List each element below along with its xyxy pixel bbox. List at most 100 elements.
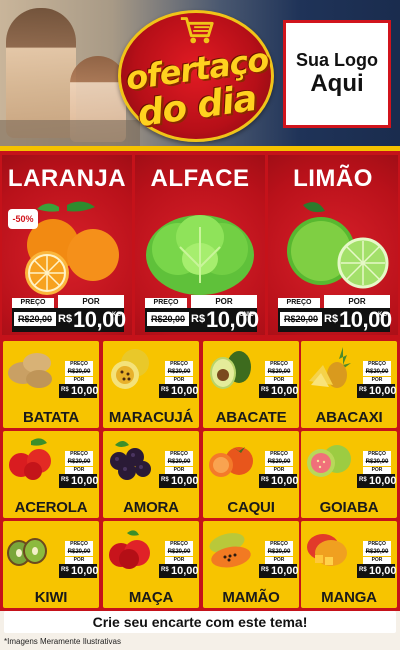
old-price: R$20,00 — [363, 548, 391, 556]
preco-label: PREÇO — [65, 451, 93, 458]
old-price: R$20,00 — [65, 548, 93, 556]
preco-label: PREÇO — [65, 361, 93, 368]
product-name: MANGA — [321, 589, 377, 606]
old-price: R$20,00 — [65, 368, 93, 376]
old-price: R$20,00 — [265, 458, 293, 466]
product-name: AMORA — [123, 499, 179, 516]
featured-card-alface[interactable]: ALFACE PREÇO POR R$20,00 R$ 10,00 UNID — [135, 155, 265, 335]
old-price: R$20,00 — [147, 312, 189, 326]
product-card-batata[interactable]: PREÇO R$20,00 POR R$ 10,00 BATATA — [3, 341, 99, 428]
product-card-mamao[interactable]: PREÇO R$20,00 POR R$ 10,00 MAMÃO — [203, 521, 299, 608]
current-price: 10,00 — [271, 475, 299, 487]
guava-icon — [307, 445, 351, 477]
product-name: ALFACE — [150, 165, 250, 192]
price-tag: PREÇO R$20,00 POR R$ 10,00 — [259, 541, 299, 578]
por-label: POR — [165, 467, 193, 474]
price-tag: PREÇO R$20,00 POR R$ 10,00 — [357, 451, 397, 488]
product-card-acerola[interactable]: PREÇO R$20,00 POR R$ 10,00 ACEROLA — [3, 431, 99, 518]
por-label: POR — [265, 557, 293, 564]
product-card-maracuja[interactable]: PREÇO R$20,00 POR R$ 10,00 MARACUJÁ — [103, 341, 199, 428]
current-price: 10,00 — [71, 385, 99, 397]
disclaimer-text: *Imagens Meramente Ilustrativas — [4, 637, 121, 646]
old-price: R$20,00 — [165, 368, 193, 376]
price-tag: PREÇO R$20,00 POR R$ 10,00 — [357, 541, 397, 578]
currency: R$ — [61, 567, 69, 573]
current-price: 10,00 — [206, 307, 259, 332]
pineapple-icon — [309, 347, 351, 388]
old-price: R$20,00 — [265, 548, 293, 556]
currency: R$ — [191, 313, 206, 325]
preco-label: PREÇO — [145, 298, 187, 308]
preco-label: PREÇO — [363, 361, 391, 368]
currency: R$ — [61, 477, 69, 483]
featured-card-laranja[interactable]: LARANJA -50% PREÇO POR R$20,00 R$ 10,00 … — [2, 155, 132, 335]
avocado-icon — [210, 351, 251, 389]
price-tag: PREÇO R$20,00 POR R$ 10,00 — [59, 361, 99, 398]
product-name: ABACAXI — [315, 409, 383, 426]
persimmon-icon — [209, 447, 253, 477]
price-tag: PREÇO R$20,00 POR R$ 10,00 — [59, 541, 99, 578]
por-label: POR — [265, 377, 293, 384]
logo-text-line1: Sua Logo — [296, 49, 378, 70]
price-tag: PREÇO R$20,00 POR R$ 10,00 — [357, 361, 397, 398]
shopper-photo — [6, 8, 76, 138]
price-tag: PREÇO POR R$20,00 R$ 10,00 KG — [278, 295, 392, 332]
price-tag: PREÇO POR R$20,00 R$ 10,00 UNID — [145, 295, 259, 332]
currency: R$ — [261, 387, 269, 393]
old-price: R$20,00 — [265, 368, 293, 376]
cta-button[interactable]: Crie seu encarte com este tema! — [4, 611, 396, 633]
price-tag: PREÇO R$20,00 POR R$ 10,00 — [59, 451, 99, 488]
product-card-amora[interactable]: PREÇO R$20,00 POR R$ 10,00 AMORA — [103, 431, 199, 518]
product-card-manga[interactable]: PREÇO R$20,00 POR R$ 10,00 MANGA — [301, 521, 397, 608]
preco-label: PREÇO — [165, 541, 193, 548]
por-label: POR — [363, 467, 391, 474]
product-card-abacate[interactable]: PREÇO R$20,00 POR R$ 10,00 ABACATE — [203, 341, 299, 428]
current-price: 10,00 — [73, 307, 126, 332]
por-label: POR — [65, 557, 93, 564]
mango-icon — [307, 534, 347, 566]
logo-placeholder[interactable]: Sua Logo Aqui — [283, 20, 391, 128]
acerola-icon — [9, 438, 51, 480]
passionfruit-icon — [111, 349, 149, 389]
por-label: POR — [363, 557, 391, 564]
old-price: R$20,00 — [14, 312, 56, 326]
product-card-caqui[interactable]: PREÇO R$20,00 POR R$ 10,00 CAQUI — [203, 431, 299, 518]
blackberry-icon — [110, 441, 151, 480]
por-label: POR — [165, 377, 193, 384]
product-name: MAMÃO — [222, 589, 280, 606]
product-name: MAÇA — [128, 589, 174, 606]
price-tag: PREÇO R$20,00 POR R$ 10,00 — [159, 361, 199, 398]
por-label: POR — [363, 377, 391, 384]
current-price: 10,00 — [171, 565, 199, 577]
old-price: R$20,00 — [65, 458, 93, 466]
preco-label: PREÇO — [363, 451, 391, 458]
product-card-maca[interactable]: PREÇO R$20,00 POR R$ 10,00 MAÇA — [103, 521, 199, 608]
price-tag: PREÇO R$20,00 POR R$ 10,00 — [159, 541, 199, 578]
product-card-goiaba[interactable]: PREÇO R$20,00 POR R$ 10,00 GOIABA — [301, 431, 397, 518]
current-price: 10,00 — [171, 475, 199, 487]
product-name: ACEROLA — [14, 499, 88, 516]
preco-label: PREÇO — [363, 541, 391, 548]
price-tag: PREÇO R$20,00 POR R$ 10,00 — [259, 451, 299, 488]
preco-label: PREÇO — [265, 541, 293, 548]
featured-card-limao[interactable]: LIMÃO PREÇO POR R$20,00 R$ 10,00 KG — [268, 155, 398, 335]
currency: R$ — [261, 477, 269, 483]
shopping-cart-icon — [180, 17, 214, 44]
old-price: R$20,00 — [280, 312, 322, 326]
product-card-abacaxi[interactable]: PREÇO R$20,00 POR R$ 10,00 ABACAXI — [301, 341, 397, 428]
product-name: GOIABA — [319, 499, 379, 516]
por-label: POR — [265, 467, 293, 474]
product-card-kiwi[interactable]: PREÇO R$20,00 POR R$ 10,00 KIWI — [3, 521, 99, 608]
unit-label: KG — [112, 312, 121, 318]
current-price: 10,00 — [339, 307, 392, 332]
price-tag: PREÇO R$20,00 POR R$ 10,00 — [259, 361, 299, 398]
product-name: LIMÃO — [293, 165, 373, 192]
price-tag: PREÇO POR R$20,00 R$ 10,00 KG — [12, 295, 126, 332]
preco-label: PREÇO — [165, 361, 193, 368]
current-price: 10,00 — [369, 475, 397, 487]
product-name: CAQUI — [227, 499, 275, 516]
unit-label: UNID — [239, 312, 254, 318]
product-name: ABACATE — [215, 409, 287, 426]
currency: R$ — [61, 387, 69, 393]
current-price: 10,00 — [71, 565, 99, 577]
